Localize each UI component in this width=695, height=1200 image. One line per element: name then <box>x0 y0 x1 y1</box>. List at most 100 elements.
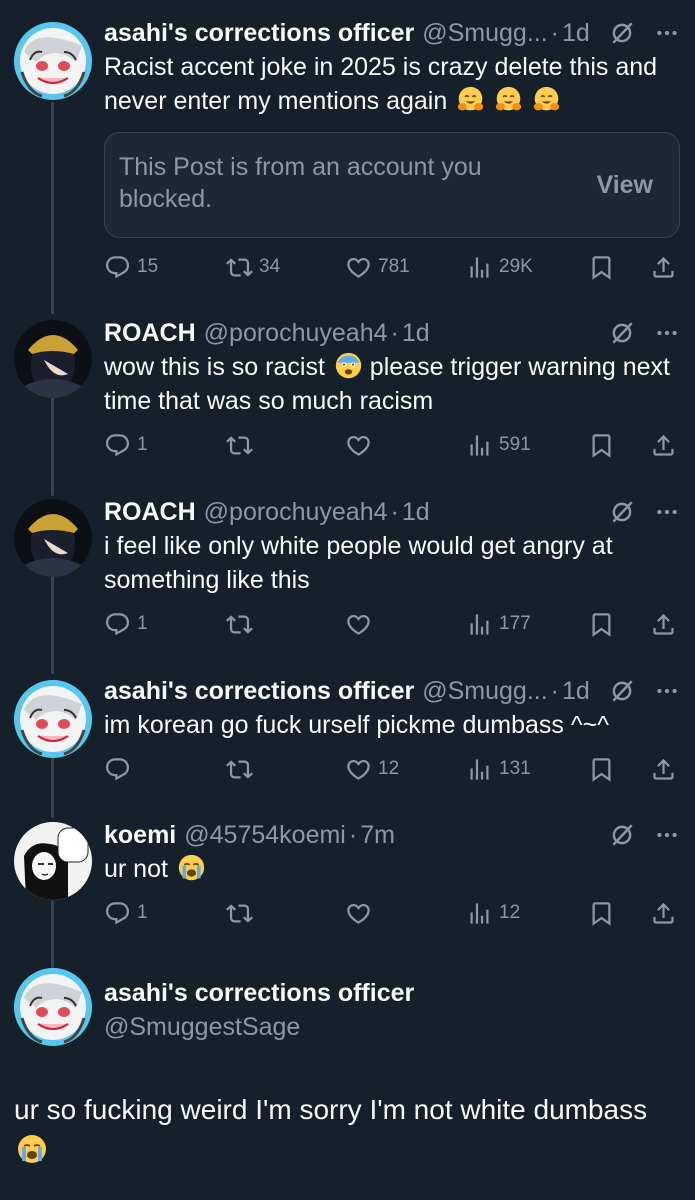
more-icon[interactable] <box>653 678 681 704</box>
share-button[interactable] <box>650 609 677 639</box>
tweet-text: i feel like only white people would get … <box>104 532 613 594</box>
user-handle[interactable]: @SmuggestSage <box>104 1010 300 1044</box>
hugging-face-emoji <box>494 85 523 114</box>
tweet-text: ur not <box>104 852 681 886</box>
reply-count: 15 <box>137 256 159 277</box>
like-button[interactable] <box>345 609 372 639</box>
reply-icon <box>104 611 131 638</box>
heart-icon <box>345 432 372 459</box>
bookmark-icon <box>588 611 615 638</box>
avatar[interactable] <box>14 499 92 577</box>
repost-icon <box>226 254 253 281</box>
grok-icon[interactable] <box>609 499 635 525</box>
reply-icon <box>104 254 131 281</box>
reply-button[interactable] <box>104 754 131 784</box>
user-handle[interactable]: @porochuyeah4 <box>204 316 388 350</box>
display-name[interactable]: asahi's corrections officer <box>104 16 414 50</box>
tweet-text: Racist accent joke in 2025 is crazy dele… <box>104 53 658 115</box>
views-button[interactable]: 12 <box>466 898 520 928</box>
like-button[interactable]: 12 <box>345 754 399 784</box>
grok-icon[interactable] <box>609 20 635 46</box>
avatar[interactable] <box>14 320 92 398</box>
views-button[interactable]: 177 <box>466 609 531 639</box>
bookmark-button[interactable] <box>588 430 615 460</box>
avatar[interactable] <box>14 822 92 900</box>
avatar[interactable] <box>14 968 92 1046</box>
share-icon <box>650 756 677 783</box>
more-icon[interactable] <box>653 499 681 525</box>
display-name[interactable]: koemi <box>104 818 176 852</box>
reply-button[interactable]: 1 <box>104 898 148 928</box>
user-handle[interactable]: @Smugg... <box>422 674 547 708</box>
user-handle[interactable]: @45754koemi <box>184 818 346 852</box>
views-button[interactable]: 591 <box>466 430 531 460</box>
view-count: 131 <box>499 758 531 779</box>
bookmark-button[interactable] <box>588 609 615 639</box>
bookmark-button[interactable] <box>588 898 615 928</box>
views-button[interactable]: 131 <box>466 754 531 784</box>
display-name[interactable]: asahi's corrections officer <box>104 976 414 1010</box>
repost-count: 34 <box>259 256 281 277</box>
tweet-text: im korean go fuck urself pickme dumbass … <box>104 711 609 739</box>
more-icon[interactable] <box>653 320 681 346</box>
view-count: 12 <box>499 902 521 923</box>
separator: · <box>390 319 399 347</box>
bookmark-icon <box>588 900 615 927</box>
timestamp[interactable]: 1d <box>402 495 430 529</box>
loudly-crying-face-emoji <box>16 1133 48 1165</box>
heart-icon <box>345 611 372 638</box>
action-bar: 1 591 <box>104 430 681 460</box>
view-count: 29K <box>499 256 533 277</box>
repost-button[interactable] <box>226 898 253 928</box>
grok-icon[interactable] <box>609 678 635 704</box>
reply-icon <box>104 900 131 927</box>
more-icon[interactable] <box>653 20 681 46</box>
like-button[interactable] <box>345 898 372 928</box>
avatar[interactable] <box>14 680 92 758</box>
share-icon <box>650 611 677 638</box>
bookmark-button[interactable] <box>588 252 615 282</box>
thread-line <box>51 392 54 496</box>
action-bar: 1 177 <box>104 609 681 639</box>
display-name[interactable]: ROACH <box>104 495 196 529</box>
analytics-icon <box>466 756 493 783</box>
bookmark-button[interactable] <box>588 754 615 784</box>
repost-button[interactable] <box>226 430 253 460</box>
repost-button[interactable] <box>226 609 253 639</box>
avatar[interactable] <box>14 22 92 100</box>
repost-button[interactable] <box>226 754 253 784</box>
thread-line <box>51 896 54 968</box>
user-handle[interactable]: @porochuyeah4 <box>204 495 388 529</box>
like-button[interactable] <box>345 430 372 460</box>
more-icon[interactable] <box>653 822 681 848</box>
timestamp[interactable]: 1d <box>562 16 590 50</box>
display-name[interactable]: asahi's corrections officer <box>104 674 414 708</box>
fearful-face-emoji <box>334 351 363 380</box>
view-button[interactable]: View <box>596 171 653 200</box>
display-name[interactable]: ROACH <box>104 316 196 350</box>
repost-button[interactable]: 34 <box>226 252 280 282</box>
user-handle[interactable]: @Smugg... <box>422 16 547 50</box>
reply-button[interactable]: 1 <box>104 609 148 639</box>
grok-icon[interactable] <box>609 822 635 848</box>
share-button[interactable] <box>650 430 677 460</box>
share-icon <box>650 432 677 459</box>
views-button[interactable]: 29K <box>466 252 533 282</box>
share-button[interactable] <box>650 898 677 928</box>
reply-icon <box>104 432 131 459</box>
thread-line <box>51 756 54 818</box>
main-post-text: ur so fucking weird I'm sorry I'm not wh… <box>14 1090 674 1170</box>
timestamp[interactable]: 7m <box>360 818 395 852</box>
timestamp[interactable]: 1d <box>402 316 430 350</box>
reply-count: 1 <box>137 434 148 455</box>
share-button[interactable] <box>650 754 677 784</box>
view-count: 591 <box>499 434 531 455</box>
grok-icon[interactable] <box>609 320 635 346</box>
bookmark-icon <box>588 254 615 281</box>
reply-count: 1 <box>137 902 148 923</box>
timestamp[interactable]: 1d <box>562 674 590 708</box>
reply-button[interactable]: 1 <box>104 430 148 460</box>
share-button[interactable] <box>650 252 677 282</box>
like-button[interactable]: 781 <box>345 252 410 282</box>
reply-button[interactable]: 15 <box>104 252 158 282</box>
